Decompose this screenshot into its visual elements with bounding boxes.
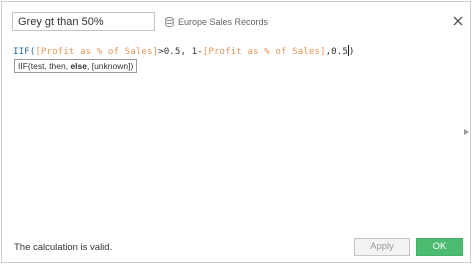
formula-field-ref: [Profit as % of Sales] bbox=[35, 46, 159, 57]
formula-text[interactable]: IIF([Profit as % of Sales]>0.5, 1-[Profi… bbox=[13, 45, 355, 57]
datasource-indicator: Europe Sales Records bbox=[165, 14, 268, 30]
close-button[interactable] bbox=[452, 15, 464, 27]
signature-current-arg: else bbox=[70, 61, 87, 71]
validation-status: The calculation is valid. bbox=[14, 242, 113, 253]
formula-function-name: IIF( bbox=[13, 46, 36, 57]
calculation-editor-dialog: Europe Sales Records IIF([Profit as % of… bbox=[1, 1, 471, 263]
signature-suffix: , [unknown]) bbox=[86, 61, 134, 71]
calculation-name-input[interactable] bbox=[12, 12, 155, 31]
expand-arrow-icon[interactable] bbox=[464, 129, 469, 135]
formula-expression: >0.5, 1- bbox=[158, 46, 203, 57]
formula-field-ref: [Profit as % of Sales] bbox=[202, 46, 326, 57]
ok-button[interactable]: OK bbox=[416, 238, 463, 256]
formula-expression: ,0.5 bbox=[325, 46, 348, 57]
apply-button[interactable]: Apply bbox=[354, 238, 410, 256]
datasource-label: Europe Sales Records bbox=[178, 17, 269, 27]
signature-prefix: IIF(test, then, bbox=[18, 61, 71, 71]
function-signature-tooltip: IIF(test, then, else, [unknown]) bbox=[14, 59, 138, 73]
close-icon bbox=[453, 16, 463, 26]
formula-closing-paren: ) bbox=[348, 46, 355, 57]
datasource-icon bbox=[165, 17, 174, 27]
